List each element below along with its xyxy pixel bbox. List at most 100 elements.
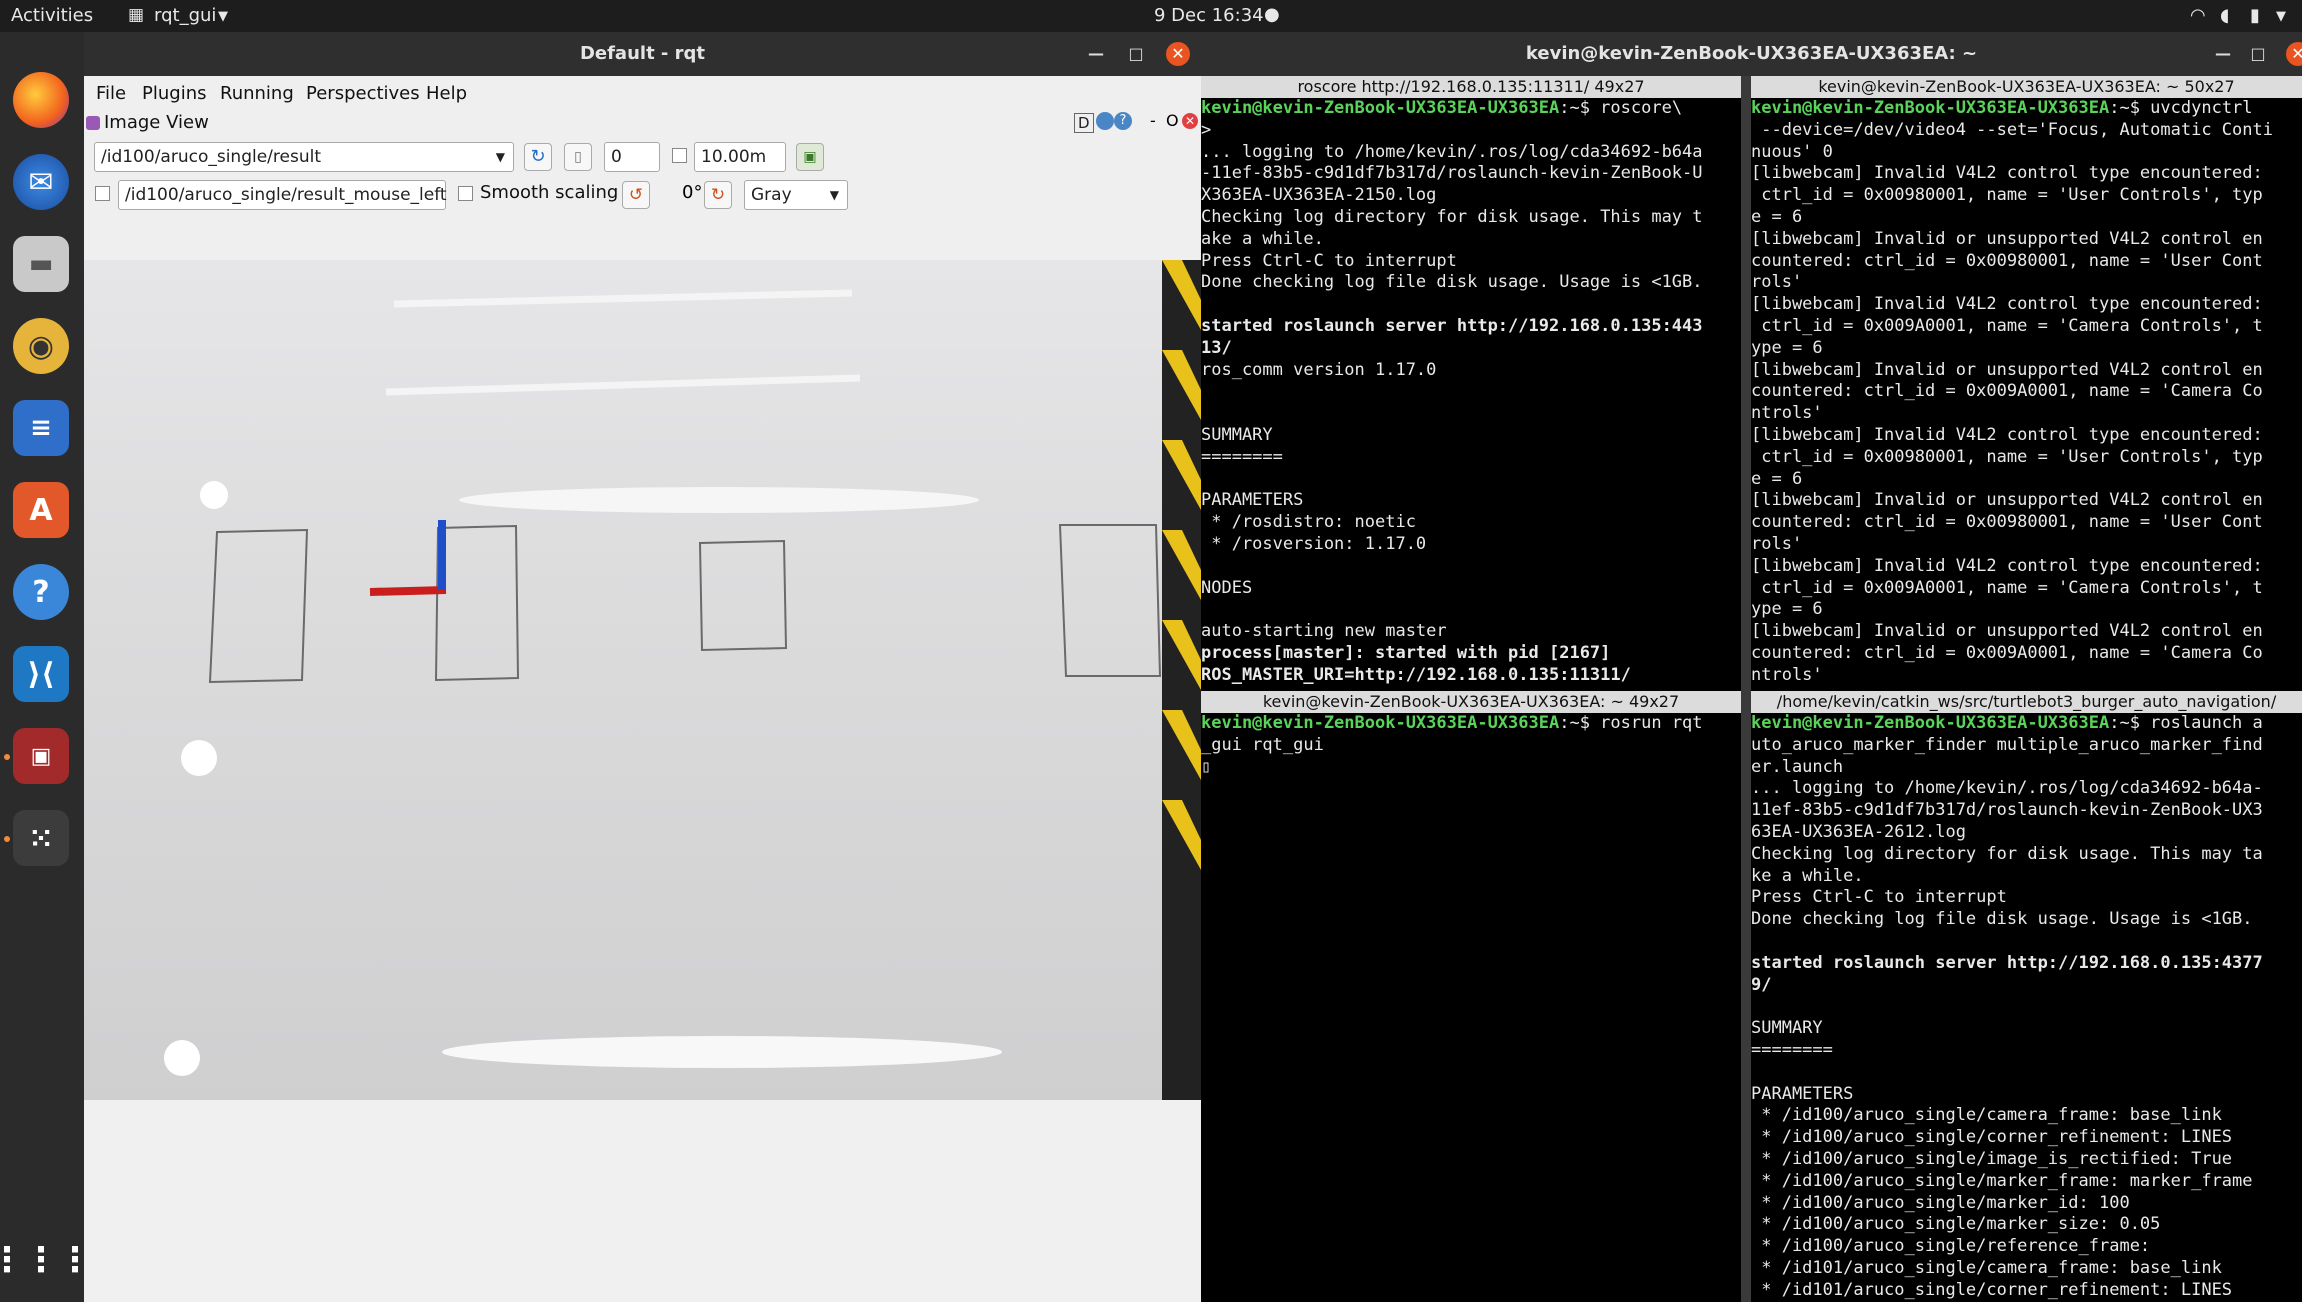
distance-value: 10.00m	[701, 147, 767, 167]
terminal-line: * /id100/aruco_single/reference_frame:	[1751, 1236, 2151, 1257]
dock-button[interactable]: D	[1074, 113, 1094, 133]
menu-file[interactable]: File	[96, 83, 126, 104]
light-reflection	[459, 487, 979, 513]
system-menu-chevron-icon[interactable]: ▼	[2276, 9, 2286, 24]
app-grid-icon: ▦	[128, 5, 145, 25]
activities-button[interactable]: Activities	[11, 5, 93, 26]
terminal-line: _gui rqt_gui	[1201, 734, 1324, 755]
undock-icon[interactable]: O	[1166, 111, 1179, 130]
terminal-line: 63EA-UX363EA-2612.log	[1751, 821, 1966, 842]
distance-spinbox[interactable]: 10.00m	[694, 142, 786, 172]
pane-title-uvcdynctrl[interactable]: kevin@kevin-ZenBook-UX363EA-UX363EA: ~ 5…	[1751, 76, 2302, 98]
terminal-pane-uvcdynctrl[interactable]: kevin@kevin-ZenBook-UX363EA-UX363EA:~$ u…	[1751, 98, 2302, 691]
pause-button[interactable]: ▯	[564, 143, 592, 171]
vscode-icon[interactable]: ⟩⟨	[13, 646, 69, 702]
terminal-line: countered: ctrl_id = 0x00980001, name = …	[1751, 250, 2263, 271]
terminal-line: rols'	[1751, 533, 1803, 554]
image-view-plugin: Image View D ? - O ✕ /id100/aruco_single…	[84, 110, 1201, 1302]
close-button[interactable]: ✕	[1166, 42, 1190, 66]
terminal-line: ake a while.	[1201, 228, 1324, 249]
notification-dot-icon: ●	[1264, 4, 1280, 25]
camera-scene	[164, 260, 1201, 1100]
light-spot	[200, 481, 228, 509]
terminal-pane-roslaunch[interactable]: kevin@kevin-ZenBook-UX363EA-UX363EA:~$ r…	[1751, 713, 2302, 1302]
clock[interactable]: 9 Dec 16:34	[1154, 5, 1264, 26]
terminal-pane-roscore[interactable]: kevin@kevin-ZenBook-UX363EA-UX363EA:~$ r…	[1201, 98, 1741, 691]
terminal-pane-rqt[interactable]: kevin@kevin-ZenBook-UX363EA-UX363EA:~$ r…	[1201, 713, 1741, 1302]
pane-title-rqt[interactable]: kevin@kevin-ZenBook-UX363EA-UX363EA: ~ 4…	[1201, 691, 1741, 713]
rotate-left-button[interactable]: ↺	[622, 181, 650, 209]
minimize-button[interactable]: —	[2211, 42, 2235, 66]
refresh-topics-button[interactable]: ↻	[524, 143, 552, 171]
pane-title-text: kevin@kevin-ZenBook-UX363EA-UX363EA: ~ 5…	[1818, 77, 2235, 96]
light-spot	[181, 740, 217, 776]
counter-spinbox[interactable]: 0	[604, 142, 660, 172]
files-icon[interactable]: ▬	[13, 236, 69, 292]
help-plugin-icon[interactable]: ?	[1114, 112, 1132, 130]
ceiling-line	[393, 289, 853, 308]
terminal-line: countered: ctrl_id = 0x009A0001, name = …	[1751, 381, 2263, 402]
terminal-prompt: kevin@kevin-ZenBook-UX363EA-UX363EA	[1201, 713, 1560, 733]
wifi-icon[interactable]: ◠	[2190, 5, 2206, 26]
distance-checkbox[interactable]	[672, 148, 687, 163]
battery-icon[interactable]: ▮	[2250, 5, 2260, 26]
show-apps-icon[interactable]: ⋮⋮⋮	[0, 1232, 92, 1288]
pane-splitter-vertical[interactable]	[1741, 76, 1751, 1302]
minimize-button[interactable]: —	[1084, 42, 1108, 66]
rotate-right-button[interactable]: ↻	[704, 181, 732, 209]
terminator-icon[interactable]: ▣	[13, 728, 69, 784]
maximize-button[interactable]: □	[1124, 42, 1148, 66]
menu-plugins[interactable]: Plugins	[142, 83, 206, 104]
terminal-line: [libwebcam] Invalid or unsupported V4L2 …	[1751, 228, 2263, 249]
mouse-topic-input[interactable]: /id100/aruco_single/result_mouse_left	[118, 180, 447, 210]
help-icon[interactable]: ?	[13, 564, 69, 620]
terminal-line: * /id101/aruco_single/camera_frame: base…	[1751, 1257, 2222, 1278]
app-menu[interactable]: rqt_gui	[154, 5, 216, 26]
smooth-scaling-checkbox[interactable]	[458, 186, 473, 201]
thunderbird-icon[interactable]: ✉	[13, 154, 69, 210]
terminal-line: Done checking log file disk usage. Usage…	[1751, 909, 2253, 930]
terminal-line: Checking log directory for disk usage. T…	[1201, 206, 1703, 227]
terminal-line: ... logging to /home/kevin/.ros/log/cda3…	[1751, 778, 2263, 799]
rhythmbox-icon[interactable]: ◉	[13, 318, 69, 374]
terminal-line: * /id100/aruco_single/camera_frame: base…	[1751, 1105, 2222, 1126]
terminal-line: ctrl_id = 0x00980001, name = 'User Contr…	[1751, 446, 2263, 467]
mouse-publish-checkbox[interactable]	[95, 186, 110, 201]
topic-select[interactable]: /id100/aruco_single/result ▼	[94, 142, 514, 172]
terminal-line: kevin@kevin-ZenBook-UX363EA-UX363EA:~$ r…	[1751, 713, 2302, 735]
terminal-window-title: kevin@kevin-ZenBook-UX363EA-UX363EA: ~	[1525, 43, 1978, 64]
menu-perspectives[interactable]: Perspectives	[306, 83, 420, 104]
reload-icon[interactable]	[1096, 112, 1114, 130]
chevron-down-icon: ▼	[829, 188, 839, 202]
pane-title-roscore[interactable]: roscore http://192.168.0.135:11311/ 49x2…	[1201, 76, 1741, 98]
terminal-line: 11ef-83b5-c9d1df7b317d/roslaunch-kevin-Z…	[1751, 800, 2263, 821]
pane-title-roslaunch[interactable]: /home/kevin/catkin_ws/src/turtlebot3_bur…	[1751, 691, 2302, 713]
terminal-line: ntrols'	[1751, 664, 1823, 685]
terminal-command: :~$ rosrun rqt	[1559, 713, 1703, 733]
terminal-line: Press Ctrl-C to interrupt	[1201, 250, 1457, 271]
counter-value: 0	[611, 147, 622, 167]
terminal-line: Checking log directory for disk usage. T…	[1751, 843, 2263, 864]
menu-help[interactable]: Help	[426, 83, 467, 104]
maximize-button[interactable]: □	[2246, 42, 2270, 66]
writer-icon[interactable]: ≡	[13, 400, 69, 456]
terminal-line: NODES	[1201, 577, 1253, 598]
volume-icon[interactable]: ◖	[2220, 5, 2229, 26]
terminal-line: process[master]: started with pid [2167]	[1201, 642, 1611, 663]
terminal-line: uto_aruco_marker_finder multiple_aruco_m…	[1751, 734, 2263, 755]
terminal-line: * /id100/aruco_single/image_is_rectified…	[1751, 1148, 2233, 1169]
terminal-line: countered: ctrl_id = 0x00980001, name = …	[1751, 512, 2263, 533]
close-button[interactable]: ✕	[2286, 42, 2302, 66]
rqt-icon[interactable]: ⁙	[13, 810, 69, 866]
close-plugin-icon[interactable]: ✕	[1182, 113, 1198, 129]
terminal-line: kevin@kevin-ZenBook-UX363EA-UX363EA:~$ r…	[1201, 98, 1741, 120]
software-icon[interactable]: A	[13, 482, 69, 538]
camera-image[interactable]	[84, 260, 1201, 1100]
minimize-plugin-button[interactable]: -	[1150, 111, 1156, 130]
firefox-icon[interactable]	[13, 72, 69, 128]
save-image-button[interactable]: ▣	[796, 143, 824, 171]
color-scheme-select[interactable]: Gray ▼	[744, 180, 848, 210]
menu-running[interactable]: Running	[220, 83, 294, 104]
